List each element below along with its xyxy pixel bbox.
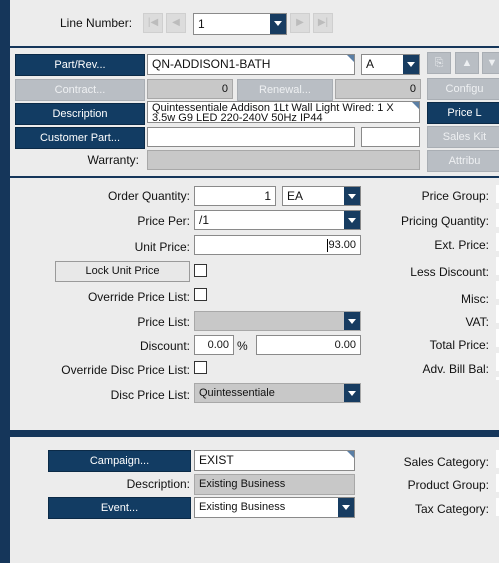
event-value: Existing Business (199, 501, 286, 513)
line-number-value: 1 (198, 17, 205, 31)
line-number-label: Line Number: (60, 16, 133, 30)
toolbar-icon-2[interactable]: ▲ (455, 52, 479, 74)
percent-symbol: % (237, 339, 248, 353)
campaign-field[interactable]: EXIST (194, 450, 355, 471)
total-price-label: Total Price: (429, 338, 489, 352)
price-list-label: Price List: (137, 315, 190, 329)
discount-percent-field[interactable]: 0.00 (194, 335, 234, 355)
pricing-quantity-label: Pricing Quantity: (400, 214, 489, 228)
event-select[interactable]: Existing Business (194, 497, 355, 518)
chevron-down-icon (344, 312, 360, 330)
unit-price-label: Unit Price: (134, 240, 190, 254)
line-number-select[interactable]: 1 (193, 13, 287, 35)
prev-record-icon[interactable]: ◀ (166, 13, 186, 33)
campaign-button[interactable]: Campaign... (48, 450, 191, 472)
toolbar-icon-1[interactable]: ⎘ (427, 52, 451, 74)
warranty-label: Warranty: (87, 153, 139, 167)
override-price-list-label: Override Price List: (87, 290, 190, 304)
disc-price-list-value: Quintessentiale (199, 387, 275, 399)
product-group-label: Product Group: (407, 478, 489, 492)
renewal-field[interactable]: 0 (335, 79, 421, 99)
revision-value: A (366, 57, 375, 71)
tax-category-label: Tax Category: (414, 502, 489, 516)
unit-price-field[interactable]: 93.00 (194, 235, 361, 255)
lock-unit-price-checkbox[interactable] (194, 264, 207, 277)
price-list-side-button[interactable]: Price L (427, 102, 499, 124)
chevron-down-icon (270, 14, 286, 34)
last-record-icon[interactable]: ▶| (313, 13, 333, 33)
misc-label: Misc: (461, 292, 489, 306)
discount-label: Discount: (139, 339, 190, 353)
chevron-down-icon (338, 498, 354, 517)
disc-price-list-label: Disc Price List: (110, 388, 190, 402)
uom-value: EA (287, 189, 304, 203)
customer-part-field[interactable] (147, 127, 355, 147)
description-button[interactable]: Description (15, 103, 145, 125)
price-per-label: Price Per: (137, 214, 190, 228)
part-number-field[interactable]: QN-ADDISON1-BATH (147, 54, 355, 75)
less-discount-label: Less Discount: (410, 265, 489, 279)
revision-select[interactable]: A (361, 54, 420, 75)
campaign-description-field[interactable]: Existing Business (194, 474, 355, 495)
part-rev-button[interactable]: Part/Rev... (15, 54, 145, 76)
customer-part-button[interactable]: Customer Part... (15, 127, 145, 149)
override-disc-price-list-label: Override Disc Price List: (61, 363, 190, 377)
ext-price-label: Ext. Price: (434, 238, 489, 252)
first-record-icon[interactable]: |◀ (143, 13, 163, 33)
adv-bill-bal-label: Adv. Bill Bal: (422, 362, 489, 376)
event-button[interactable]: Event... (48, 497, 191, 519)
vat-label: VAT: (465, 315, 489, 329)
override-disc-price-list-checkbox[interactable] (194, 361, 207, 374)
price-per-select[interactable]: /1 (194, 210, 361, 230)
lock-unit-price-button[interactable]: Lock Unit Price (55, 261, 190, 282)
discount-amount-field[interactable]: 0.00 (256, 335, 361, 355)
chevron-down-icon (344, 211, 360, 229)
chevron-down-icon (344, 187, 360, 205)
price-group-label: Price Group: (421, 189, 489, 203)
customer-part-rev-field[interactable] (361, 127, 420, 147)
unit-price-value: 93.00 (328, 239, 356, 251)
description-field[interactable]: Quintessentiale Addison 1Lt Wall Light W… (147, 101, 420, 123)
sales-kit-button[interactable]: Sales Kit (427, 126, 499, 148)
configure-button[interactable]: Configu (427, 78, 499, 100)
price-list-select[interactable] (194, 311, 361, 331)
campaign-description-label: Description: (126, 477, 190, 491)
order-quantity-field[interactable]: 1 (194, 186, 276, 206)
description-value: Quintessentiale Addison 1Lt Wall Light W… (152, 102, 394, 123)
attributes-button[interactable]: Attribu (427, 150, 499, 172)
uom-select[interactable]: EA (282, 186, 361, 206)
disc-price-list-select[interactable]: Quintessentiale (194, 383, 361, 403)
toolbar-icon-3[interactable]: ▼ (482, 52, 499, 74)
renewal-button[interactable]: Renewal... (237, 79, 333, 101)
sales-category-label: Sales Category: (403, 455, 489, 469)
chevron-down-icon (403, 55, 419, 74)
contract-button[interactable]: Contract... (15, 79, 145, 101)
price-per-value: /1 (199, 213, 210, 227)
chevron-down-icon (344, 384, 360, 402)
override-price-list-checkbox[interactable] (194, 288, 207, 301)
warranty-field[interactable] (147, 150, 420, 170)
contract-field[interactable]: 0 (147, 79, 233, 99)
order-quantity-label: Order Quantity: (107, 189, 190, 203)
next-record-icon[interactable]: ▶ (290, 13, 310, 33)
